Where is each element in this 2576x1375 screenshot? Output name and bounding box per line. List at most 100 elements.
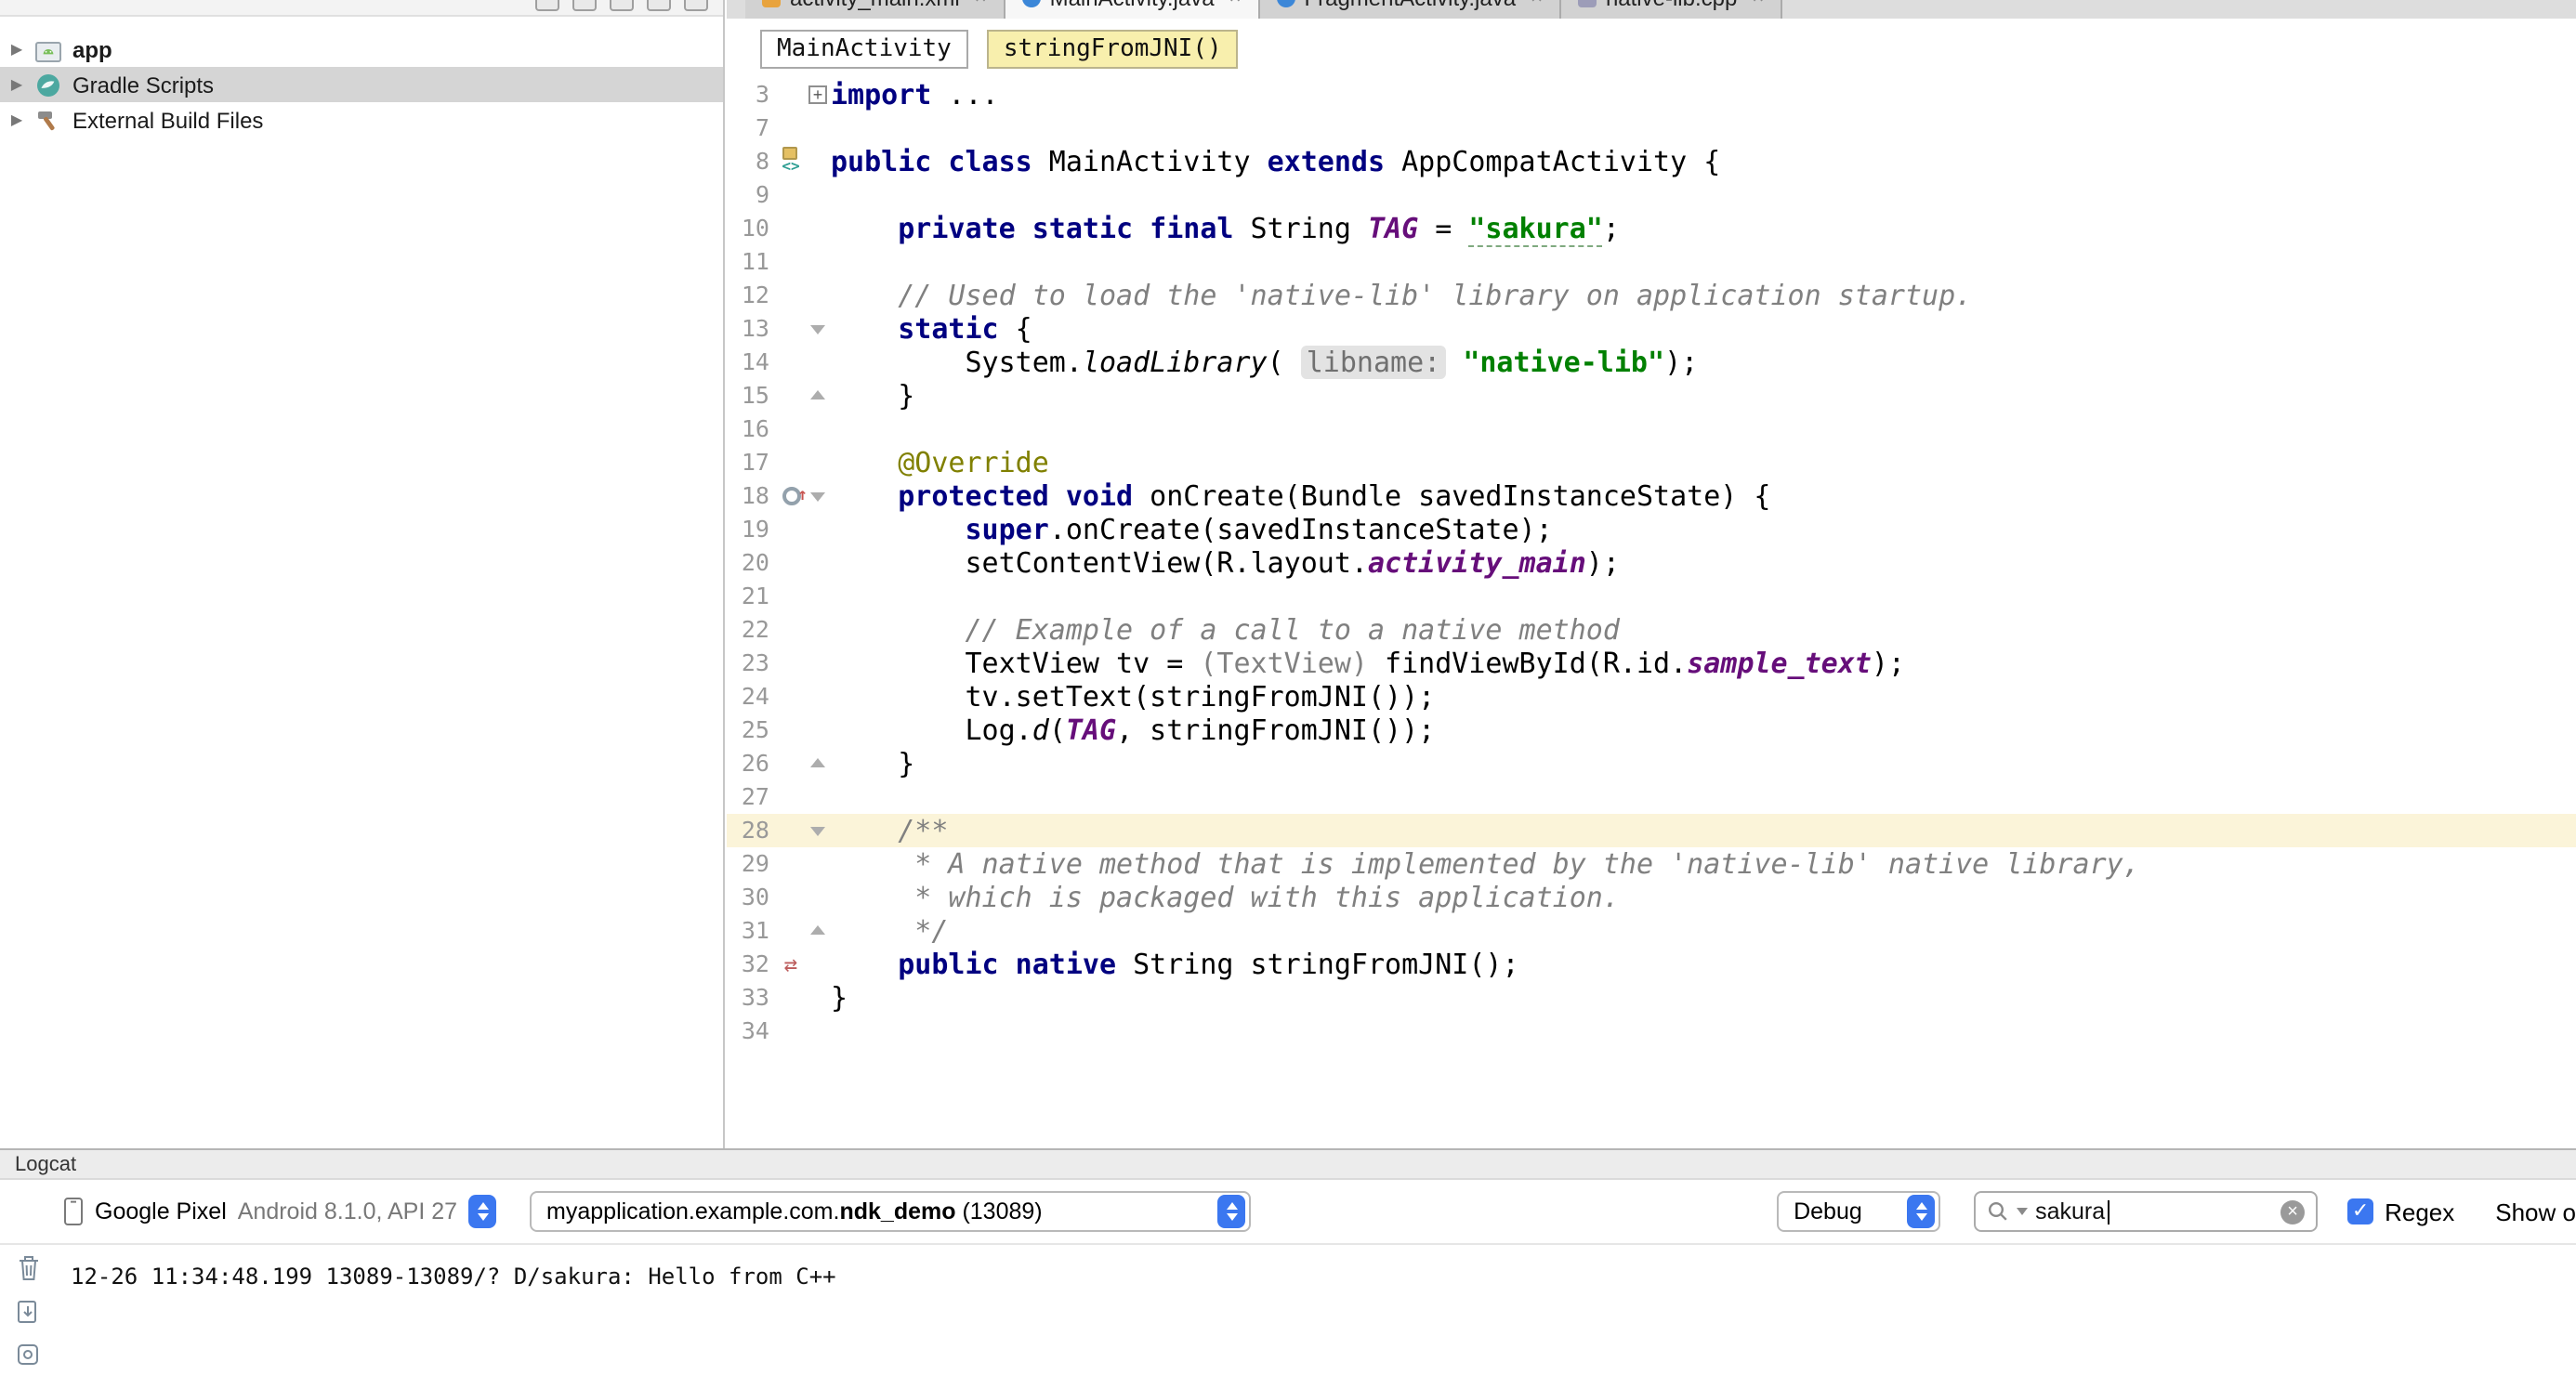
code-line[interactable]: 12 // Used to load the 'native-lib' libr…	[727, 279, 2576, 312]
code-line[interactable]: 9	[727, 178, 2576, 212]
line-number[interactable]: 15	[727, 379, 775, 412]
line-number[interactable]: 14	[727, 346, 775, 379]
collapse-all-icon[interactable]	[610, 0, 634, 11]
settings-icon[interactable]	[647, 0, 671, 11]
code-line[interactable]: 14 System.loadLibrary( libname: "native-…	[727, 346, 2576, 379]
device-dropdown-stepper-icon[interactable]	[468, 1195, 496, 1228]
log-level-stepper-icon[interactable]	[1907, 1195, 1935, 1228]
sync-icon[interactable]	[535, 0, 559, 11]
clear-search-icon[interactable]: ×	[2280, 1199, 2305, 1224]
code-line[interactable]: 32⇄ public native String stringFromJNI()…	[727, 948, 2576, 981]
close-tab-icon[interactable]: ×	[1752, 0, 1764, 8]
line-number[interactable]: 16	[727, 412, 775, 446]
tab-native-lib-cpp[interactable]: native-lib.cpp×	[1561, 0, 1782, 19]
code-line[interactable]: 20 setContentView(R.layout.activity_main…	[727, 546, 2576, 580]
code-line[interactable]: 19 super.onCreate(savedInstanceState);	[727, 513, 2576, 546]
native-method-marker-icon[interactable]: ⇄	[784, 948, 797, 981]
line-number[interactable]: 13	[727, 312, 775, 346]
fold-marker-icon[interactable]	[810, 390, 825, 399]
process-dropdown-stepper-icon[interactable]	[1217, 1195, 1245, 1228]
tree-item-gradle-scripts[interactable]: ▶Gradle Scripts	[0, 67, 723, 102]
line-number[interactable]: 24	[727, 680, 775, 714]
logcat-search-input[interactable]: sakura ×	[1974, 1191, 2318, 1232]
fold-marker-icon[interactable]	[810, 492, 825, 502]
code-line[interactable]: 18 protected void onCreate(Bundle savedI…	[727, 479, 2576, 513]
code-line[interactable]: 24 tv.setText(stringFromJNI());	[727, 680, 2576, 714]
line-number[interactable]: 12	[727, 279, 775, 312]
line-number[interactable]: 3	[727, 78, 775, 111]
code-line[interactable]: 8<>public class MainActivity extends App…	[727, 145, 2576, 178]
line-number[interactable]: 11	[727, 245, 775, 279]
log-entry[interactable]: 12-26 11:34:48.199 13089-13089/? D/sakur…	[71, 1264, 836, 1290]
export-log-icon[interactable]	[15, 1299, 41, 1325]
code-line[interactable]: 23 TextView tv = (TextView) findViewById…	[727, 647, 2576, 680]
code-line[interactable]: 16	[727, 412, 2576, 446]
code-line[interactable]: 3+import ...	[727, 78, 2576, 111]
tab-mainactivity-java[interactable]: MainActivity.java×	[1005, 0, 1260, 19]
line-number[interactable]: 32	[727, 948, 775, 981]
code-line[interactable]: 29 * A native method that is implemented…	[727, 847, 2576, 881]
fold-marker-icon[interactable]	[810, 827, 825, 836]
expand-chevron-icon[interactable]: ▶	[0, 111, 33, 128]
line-number[interactable]: 9	[727, 178, 775, 212]
clear-logcat-trash-icon[interactable]	[16, 1254, 40, 1282]
line-number[interactable]: 25	[727, 714, 775, 747]
code-line[interactable]: 34	[727, 1015, 2576, 1048]
fold-marker-icon[interactable]	[810, 758, 825, 767]
breadcrumb-method[interactable]: stringFromJNI()	[987, 29, 1239, 68]
code-line[interactable]: 31 */	[727, 914, 2576, 948]
line-number[interactable]: 29	[727, 847, 775, 881]
code-line[interactable]: 10 private static final String TAG = "sa…	[727, 212, 2576, 245]
line-number[interactable]: 18	[727, 479, 775, 513]
code-line[interactable]: 15 }	[727, 379, 2576, 412]
show-filter-label[interactable]: Show o	[2495, 1198, 2576, 1225]
line-number[interactable]: 19	[727, 513, 775, 546]
tab-fragmentactivity-java[interactable]: FragmentActivity.java×	[1259, 0, 1561, 19]
line-number[interactable]: 21	[727, 580, 775, 613]
process-selector[interactable]: myapplication.example.com.ndk_demo (1308…	[530, 1191, 1251, 1232]
breadcrumb-class[interactable]: MainActivity	[760, 29, 968, 68]
line-number[interactable]: 22	[727, 613, 775, 647]
fold-marker-icon[interactable]	[810, 925, 825, 935]
settings-log-icon[interactable]	[15, 1342, 41, 1368]
line-number[interactable]: 26	[727, 747, 775, 780]
line-number[interactable]: 20	[727, 546, 775, 580]
close-tab-icon[interactable]: ×	[1229, 0, 1242, 8]
code-line[interactable]: 27	[727, 780, 2576, 814]
search-history-caret-icon[interactable]	[2017, 1208, 2028, 1215]
code-line[interactable]: 22 // Example of a call to a native meth…	[727, 613, 2576, 647]
code-line[interactable]: 25 Log.d(TAG, stringFromJNI());	[727, 714, 2576, 747]
device-selector[interactable]: Google Pixel Android 8.1.0, API 27	[63, 1195, 496, 1228]
line-number[interactable]: 7	[727, 111, 775, 145]
line-number[interactable]: 8	[727, 145, 775, 178]
override-marker-icon[interactable]	[782, 487, 800, 505]
code-line[interactable]: 30 * which is packaged with this applica…	[727, 881, 2576, 914]
tree-item-app[interactable]: ▶app	[0, 32, 723, 67]
fold-marker-icon[interactable]	[810, 325, 825, 334]
line-number[interactable]: 30	[727, 881, 775, 914]
line-number[interactable]: 34	[727, 1015, 775, 1048]
navigate-icon[interactable]	[572, 0, 597, 11]
line-number[interactable]: 28	[727, 814, 775, 847]
tab-activity-main-xml[interactable]: activity_main.xml×	[745, 0, 1005, 19]
code-line[interactable]: 21	[727, 580, 2576, 613]
code-line[interactable]: 26 }	[727, 747, 2576, 780]
code-line[interactable]: 28 /**	[727, 814, 2576, 847]
log-level-selector[interactable]: Debug	[1777, 1191, 1940, 1232]
expand-chevron-icon[interactable]: ▶	[0, 76, 33, 93]
line-number[interactable]: 33	[727, 981, 775, 1015]
line-number[interactable]: 23	[727, 647, 775, 680]
code-line[interactable]: 13 static {	[727, 312, 2576, 346]
class-gutter-icon[interactable]: <>	[782, 147, 799, 178]
code-editor[interactable]: 3+import ...78<>public class MainActivit…	[727, 78, 2576, 1148]
line-number[interactable]: 17	[727, 446, 775, 479]
code-line[interactable]: 17 @Override	[727, 446, 2576, 479]
close-tab-icon[interactable]: ×	[1531, 0, 1543, 8]
line-number[interactable]: 27	[727, 780, 775, 814]
logcat-output[interactable]: 12-26 11:34:48.199 13089-13089/? D/sakur…	[0, 1245, 2576, 1375]
regex-checkbox[interactable]: ✓	[2347, 1198, 2373, 1224]
line-number[interactable]: 10	[727, 212, 775, 245]
expand-chevron-icon[interactable]: ▶	[0, 41, 33, 58]
expand-fold-icon[interactable]: +	[808, 85, 827, 104]
tree-item-external-build-files[interactable]: ▶External Build Files	[0, 102, 723, 138]
